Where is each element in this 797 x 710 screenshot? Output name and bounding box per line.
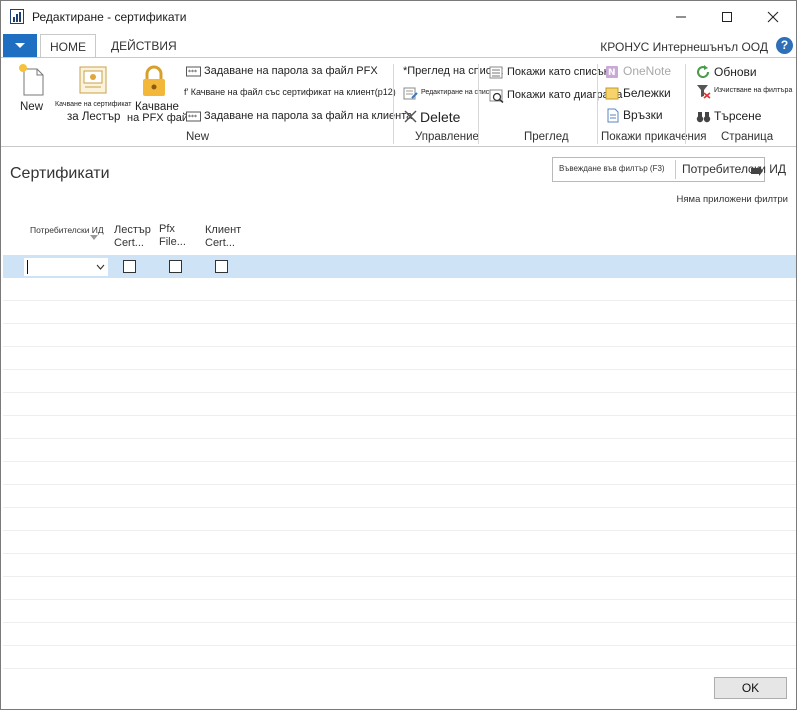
binoculars-icon xyxy=(696,112,711,123)
set-client-password-button[interactable]: *** Задаване на парола за файл на клиент… xyxy=(186,106,412,126)
links-button[interactable]: Връзки xyxy=(605,105,685,125)
lock-icon xyxy=(143,65,165,96)
delete-button[interactable]: Delete xyxy=(403,106,473,128)
empty-row xyxy=(3,508,796,531)
user-id-input[interactable] xyxy=(24,258,108,276)
svg-text:***: *** xyxy=(188,69,197,76)
tab-home[interactable]: HOME xyxy=(40,34,96,58)
company-name: КРОНУС Интернешънъл ООД xyxy=(600,40,768,54)
filter-box: Въвеждане във филтър (F3) Потребителски … xyxy=(552,157,786,182)
upload-pfx-file-button[interactable]: Качване на PFX файл xyxy=(125,61,194,127)
close-icon xyxy=(767,11,779,23)
ok-button[interactable]: OK xyxy=(714,677,787,699)
empty-row xyxy=(3,439,796,462)
view-list-button[interactable]: *Преглед на списък xyxy=(403,61,503,81)
certificate-icon xyxy=(79,66,107,94)
empty-row xyxy=(3,577,796,600)
empty-row xyxy=(3,393,796,416)
new-document-icon xyxy=(19,64,44,96)
edit-list-button[interactable]: Редактиране на списък xyxy=(403,83,498,103)
app-chart-icon xyxy=(10,9,24,24)
close-button[interactable] xyxy=(750,1,796,32)
column-header-lester-cert[interactable]: Лестър Cert... xyxy=(114,224,151,250)
empty-row xyxy=(3,600,796,623)
window-title: Редактиране - сертификати xyxy=(32,10,187,24)
ribbon-separator xyxy=(393,64,394,144)
lester-cert-checkbox[interactable] xyxy=(123,260,136,273)
chart-view-icon xyxy=(489,89,504,103)
client-cert-checkbox[interactable] xyxy=(215,260,228,273)
title-bar: Редактиране - сертификати xyxy=(1,1,796,33)
empty-row xyxy=(3,623,796,646)
new-button[interactable]: New xyxy=(13,61,51,117)
empty-row xyxy=(3,278,796,301)
dropdown-arrow-icon xyxy=(15,43,25,48)
ribbon-separator xyxy=(685,64,686,144)
set-pfx-password-button[interactable]: *** Задаване на парола за файл PFX xyxy=(186,61,386,81)
table-row[interactable] xyxy=(3,255,796,278)
filter-divider xyxy=(675,160,676,179)
onenote-button[interactable]: N OneNote xyxy=(605,61,685,81)
no-filters-text: Няма приложени филтри xyxy=(676,194,788,205)
ribbon-tab-row: HOME ДЕЙСТВИЯ КРОНУС Интернешънъл ООД ? xyxy=(1,34,796,58)
empty-row xyxy=(3,531,796,554)
empty-row xyxy=(3,646,796,669)
clear-filter-icon xyxy=(697,85,711,99)
note-icon xyxy=(605,87,619,100)
ribbon: New Качване на сертификат за Лестър Качв… xyxy=(1,57,796,147)
chevron-down-icon xyxy=(96,264,105,270)
find-button[interactable]: Търсене xyxy=(696,106,776,126)
upload-client-cert-button[interactable]: f' Качване на файл със сертификат на кли… xyxy=(184,82,399,102)
pfx-file-checkbox[interactable] xyxy=(169,260,182,273)
certificates-edit-window: Редактиране - сертификати HOME ДЕЙСТВИЯ … xyxy=(0,0,797,710)
page-title: Сертификати xyxy=(10,165,110,182)
group-label-manage: Управление xyxy=(415,131,479,143)
group-label-view: Преглед xyxy=(524,131,569,143)
ribbon-separator xyxy=(597,64,598,144)
minimize-button[interactable] xyxy=(658,1,704,32)
help-icon[interactable]: ? xyxy=(776,37,793,54)
maximize-icon xyxy=(722,12,732,22)
link-icon xyxy=(607,108,619,123)
group-label-new: New xyxy=(186,131,210,143)
empty-row xyxy=(3,370,796,393)
empty-row xyxy=(3,554,796,577)
show-as-list-button[interactable]: Покажи като списък xyxy=(489,62,609,82)
upload-lester-cert-button[interactable]: Качване на сертификат за Лестър xyxy=(53,61,133,127)
refresh-button[interactable]: Обнови xyxy=(696,62,776,82)
text-caret xyxy=(27,260,28,274)
notes-button[interactable]: Бележки xyxy=(605,83,685,103)
filter-field-select[interactable]: Потребителски ИД xyxy=(682,162,786,176)
show-as-chart-button[interactable]: Покажи като диаграма xyxy=(489,85,622,105)
sort-indicator-icon xyxy=(90,235,98,240)
clear-filter-button[interactable]: Изчистване на филтъра xyxy=(696,81,796,101)
filter-input[interactable]: Въвеждане във филтър (F3) xyxy=(559,164,665,173)
refresh-icon xyxy=(697,65,710,79)
password-icon: *** xyxy=(186,66,201,77)
empty-row xyxy=(3,347,796,370)
svg-text:***: *** xyxy=(188,114,197,121)
empty-row xyxy=(3,462,796,485)
column-header-client-cert[interactable]: Клиент Cert... xyxy=(205,224,241,250)
tab-actions[interactable]: ДЕЙСТВИЯ xyxy=(111,34,177,58)
edit-list-icon xyxy=(403,87,418,100)
empty-row xyxy=(3,485,796,508)
ribbon-separator xyxy=(478,64,479,144)
app-menu-button[interactable] xyxy=(3,34,37,57)
group-label-page: Страница xyxy=(721,131,774,143)
column-header-user-id[interactable]: Потребителски ИД xyxy=(30,224,104,240)
filter-arrow-icon xyxy=(751,166,763,176)
column-header-pfx-file[interactable]: Pfx File... xyxy=(159,223,186,249)
delete-x-icon xyxy=(404,110,417,123)
onenote-icon: N xyxy=(606,66,618,78)
group-label-attachments: Покажи прикачения xyxy=(601,131,707,143)
list-view-icon xyxy=(489,66,503,79)
maximize-button[interactable] xyxy=(704,1,750,32)
empty-row xyxy=(3,416,796,439)
empty-row xyxy=(3,324,796,347)
svg-text:N: N xyxy=(608,68,616,78)
minimize-icon xyxy=(676,16,686,18)
empty-row xyxy=(3,301,796,324)
password-icon: *** xyxy=(186,111,201,122)
